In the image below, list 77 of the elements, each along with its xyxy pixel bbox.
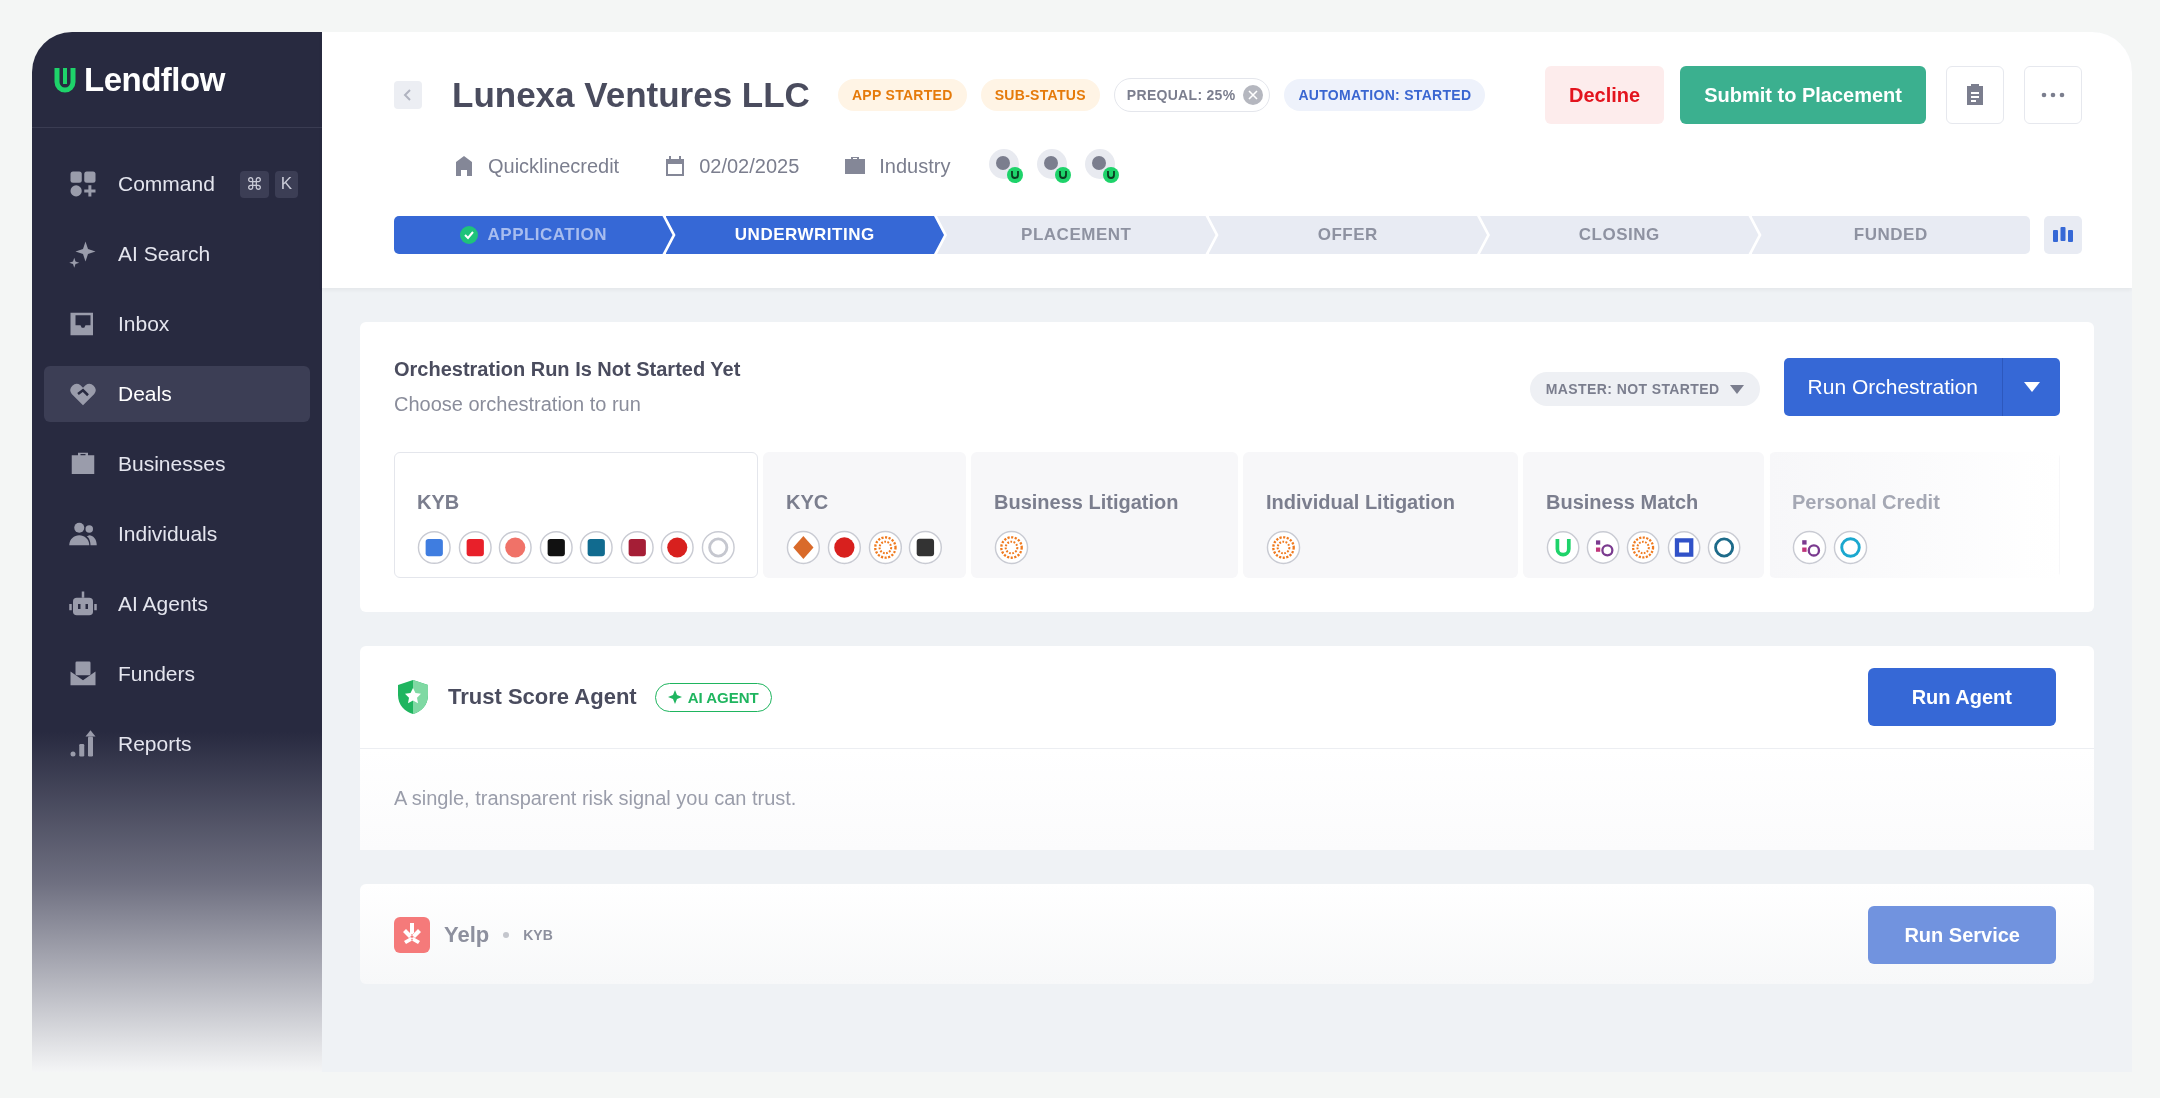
provider-logo-icon (908, 530, 943, 565)
service-category: KYB (523, 927, 553, 943)
status-badge: APP STARTED (837, 79, 967, 111)
provider-logo-icon (579, 530, 614, 565)
app-logo-text: Lendflow (84, 60, 225, 99)
sidebar-item[interactable]: AI Agents (44, 576, 310, 632)
provider-logo-icon (1546, 530, 1581, 565)
stage-step[interactable]: OFFER (1208, 216, 1487, 254)
provider-logo-icon (417, 530, 452, 565)
clipboard-icon (1964, 83, 1986, 107)
card-subtitle: Choose orchestration to run (394, 393, 642, 416)
dropdown-caret-button[interactable] (2002, 358, 2060, 416)
run-agent-button[interactable]: Run Agent (1867, 668, 2056, 726)
provider-logo-icon (826, 530, 862, 565)
sidebar-item[interactable]: Funders (44, 646, 310, 702)
provider-logo-icon (1626, 530, 1661, 565)
provider-logo-icon (1833, 530, 1868, 565)
yelp-icon (394, 917, 430, 953)
stage-step[interactable]: APPLICATION (394, 216, 673, 254)
notes-button[interactable] (1946, 66, 2004, 124)
stage-step[interactable]: UNDERWRITING (665, 216, 944, 254)
category-tile[interactable]: KYB (394, 452, 758, 578)
caret-icon (2023, 382, 2040, 392)
provider-logo-icon (538, 530, 573, 565)
sidebar-item[interactable]: AI Search (44, 226, 310, 282)
status-badge: PREQUAL: 25% (1113, 78, 1271, 112)
provider-logo-icon (1706, 530, 1741, 565)
agent-title: Trust Score Agent (448, 684, 637, 710)
stage-step[interactable]: CLOSING (1480, 216, 1759, 254)
submit-button[interactable]: Submit to Placement (1680, 66, 1926, 124)
sidebar-item[interactable]: Inbox (44, 296, 310, 352)
provider-logo-icon (457, 530, 492, 565)
check-icon (459, 226, 478, 244)
provider-logo-icon (1266, 530, 1301, 565)
category-tile[interactable]: Individual Litigation (1243, 452, 1518, 578)
category-tile[interactable]: Business Match (1523, 452, 1764, 578)
deal-title: Lunexa Ventures LLC (452, 75, 810, 115)
provider-logo-icon (1586, 530, 1621, 565)
run-orchestration-button[interactable]: Run Orchestration (1783, 358, 2002, 416)
category-tile[interactable]: Business Litigation (971, 452, 1238, 578)
provider-logo-icon (660, 530, 695, 565)
meta-text: Industry (879, 154, 951, 178)
stage-step[interactable]: FUNDED (1751, 216, 2030, 254)
provider-logo-icon (700, 530, 735, 565)
grid-plus-icon (68, 169, 98, 199)
chevron-left-icon (402, 88, 414, 102)
more-icon (2041, 92, 2065, 98)
provider-logo-icon (786, 530, 821, 565)
status-badge: AUTOMATION: STARTED (1284, 79, 1486, 111)
sidebar-item[interactable]: Deals (44, 366, 310, 422)
sidebar-item[interactable]: Individuals (44, 506, 310, 562)
shortcut-key: K (274, 170, 298, 198)
meta-text: Quicklinecredit (488, 154, 620, 178)
meta-text: 02/02/2025 (699, 154, 800, 178)
category-tile[interactable]: Personal Credit (1769, 452, 2060, 578)
provider-logo-icon (1666, 530, 1701, 565)
provider-logo-icon (619, 530, 654, 565)
stage-step[interactable]: PLACEMENT (937, 216, 1216, 254)
card-title: Orchestration Run Is Not Started Yet (394, 358, 741, 381)
status-badge: SUB-STATUS (980, 79, 1100, 111)
decline-button[interactable]: Decline (1545, 66, 1665, 124)
service-title: Yelp (444, 922, 490, 948)
caret-icon (1729, 384, 1744, 394)
provider-logo-icon (994, 530, 1029, 565)
sidebar-item[interactable]: Command ⌘ K (44, 156, 310, 212)
sparkle-icon (68, 239, 98, 269)
shortcut-key: ⌘ (239, 170, 269, 198)
provider-logo-icon (498, 530, 533, 565)
category-tile[interactable]: KYC (763, 452, 966, 578)
shield-star-icon (396, 679, 430, 715)
bar-chart-icon (68, 729, 98, 759)
provider-logo-icon (1792, 530, 1827, 565)
sidebar-item[interactable]: Reports (44, 716, 310, 772)
kanban-button[interactable] (2044, 216, 2082, 254)
provider-logo-icon (867, 530, 903, 565)
sidebar-item[interactable]: Businesses (44, 436, 310, 492)
status-dropdown[interactable]: MASTER: NOT STARTED (1529, 372, 1760, 406)
